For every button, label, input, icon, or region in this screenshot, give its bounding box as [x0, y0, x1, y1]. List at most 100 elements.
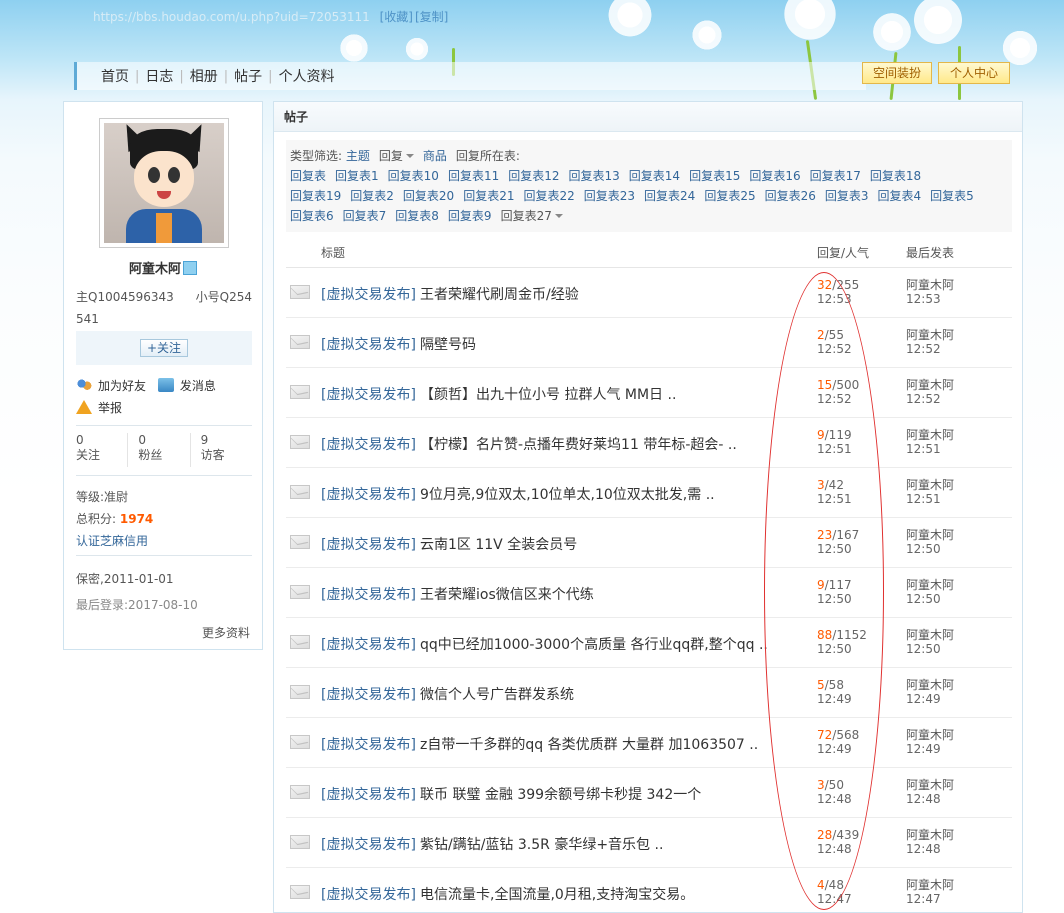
last-poster-link[interactable]: 阿童木阿	[906, 778, 954, 792]
reply-table-link[interactable]: 回复表24	[644, 189, 695, 203]
add-friend-button[interactable]: 加为好友	[76, 374, 146, 396]
stat-visitors[interactable]: 9 访客	[189, 433, 252, 467]
reply-table-link[interactable]: 回复表2	[350, 189, 394, 203]
reply-table-link[interactable]: 回复表19	[290, 189, 341, 203]
post-title-link[interactable]: z自带一千多群的qq 各类优质群 大量群 加1063507 ..	[420, 734, 758, 754]
report-button[interactable]: 举报	[76, 396, 122, 418]
reply-table-link[interactable]: 回复表16	[749, 169, 800, 183]
post-category-link[interactable]: [虚拟交易发布]	[321, 334, 416, 354]
space-decorate-button[interactable]: 空间装扮	[862, 62, 932, 84]
reply-table-link[interactable]: 回复表18	[870, 169, 921, 183]
filter-reply[interactable]: 回复	[379, 149, 414, 163]
reply-table-link[interactable]: 回复表20	[403, 189, 454, 203]
post-title-link[interactable]: 联币 联璧 金融 399余额号绑卡秒提 342一个	[420, 784, 701, 804]
post-category-link[interactable]: [虚拟交易发布]	[321, 884, 416, 904]
stat-fans[interactable]: 0 粉丝	[127, 433, 189, 467]
reply-table-link[interactable]: 回复表8	[395, 209, 439, 223]
rank-label: 等级:	[76, 490, 105, 504]
post-title-link[interactable]: 隔壁号码	[420, 334, 476, 354]
follow-button[interactable]: +关注	[139, 339, 189, 357]
post-category-link[interactable]: [虚拟交易发布]	[321, 684, 416, 704]
last-poster-link[interactable]: 阿童木阿	[906, 578, 954, 592]
reply-table-link[interactable]: 回复表6	[290, 209, 334, 223]
post-title-link[interactable]: 王者荣耀代刷周金币/经验	[420, 284, 579, 304]
reply-table-link[interactable]: 回复表5	[930, 189, 974, 203]
last-poster-link[interactable]: 阿童木阿	[906, 378, 954, 392]
post-title-link[interactable]: 【颜哲】出九十位小号 拉群人气 MM日 ..	[420, 384, 676, 404]
reply-table-link[interactable]: 回复表10	[388, 169, 439, 183]
post-category-link[interactable]: [虚拟交易发布]	[321, 534, 416, 554]
last-poster-link[interactable]: 阿童木阿	[906, 478, 954, 492]
post-category-link[interactable]: [虚拟交易发布]	[321, 634, 416, 654]
post-title-link[interactable]: 电信流量卡,全国流量,0月租,支持淘宝交易。	[420, 884, 694, 904]
cert-link[interactable]: 认证芝麻信用	[76, 534, 148, 548]
reply-table-link[interactable]: 回复表25	[704, 189, 755, 203]
reply-table-link[interactable]: 回复表3	[825, 189, 869, 203]
post-category-link[interactable]: [虚拟交易发布]	[321, 434, 416, 454]
last-poster-link[interactable]: 阿童木阿	[906, 628, 954, 642]
reply-table-link[interactable]: 回复表13	[569, 169, 620, 183]
reply-table-link[interactable]: 回复表7	[343, 209, 387, 223]
reply-table-link[interactable]: 回复表22	[523, 189, 574, 203]
nav-profile[interactable]: 个人资料	[273, 66, 341, 86]
reply-table-link[interactable]: 回复表12	[508, 169, 559, 183]
nav-album[interactable]: 相册	[184, 66, 224, 86]
post-category-link[interactable]: [虚拟交易发布]	[321, 384, 416, 404]
last-login-value: 2017-08-10	[128, 598, 198, 612]
last-poster-link[interactable]: 阿童木阿	[906, 328, 954, 342]
reply-table-link[interactable]: 回复表15	[689, 169, 740, 183]
last-poster-link[interactable]: 阿童木阿	[906, 278, 954, 292]
last-poster-link[interactable]: 阿童木阿	[906, 878, 954, 892]
table-row: [虚拟交易发布] qq中已经加1000-3000个高质量 各行业qq群,整个qq …	[286, 618, 1012, 668]
stat-following[interactable]: 0 关注	[76, 433, 127, 467]
last-poster-link[interactable]: 阿童木阿	[906, 678, 954, 692]
reply-table-link[interactable]: 回复表1	[335, 169, 379, 183]
reply-table-link[interactable]: 回复表9	[448, 209, 492, 223]
last-poster-link[interactable]: 阿童木阿	[906, 528, 954, 542]
favorite-link[interactable]: [收藏]	[380, 10, 413, 24]
nav-blog[interactable]: 日志	[139, 66, 179, 86]
filter-goods[interactable]: 商品	[423, 149, 447, 163]
more-info-link[interactable]: 更多资料	[202, 624, 250, 641]
post-title-link[interactable]: 王者荣耀ios微信区来个代练	[420, 584, 594, 604]
reply-table-link[interactable]: 回复表21	[463, 189, 514, 203]
post-title-link[interactable]: qq中已经加1000-3000个高质量 各行业qq群,整个qq ..	[420, 634, 768, 654]
post-title-link[interactable]: 9位月亮,9位双太,10位单太,10位双太批发,需 ..	[420, 484, 715, 504]
post-title-link[interactable]: 微信个人号广告群发系统	[420, 684, 574, 704]
reply-table-link[interactable]: 回复表17	[810, 169, 861, 183]
last-poster-link[interactable]: 阿童木阿	[906, 728, 954, 742]
copy-link[interactable]: [复制]	[415, 10, 448, 24]
reply-table-link[interactable]: 回复表14	[629, 169, 680, 183]
report-label: 举报	[98, 400, 123, 415]
post-category-link[interactable]: [虚拟交易发布]	[321, 734, 416, 754]
reply-table-link[interactable]: 回复表4	[878, 189, 922, 203]
post-category-link[interactable]: [虚拟交易发布]	[321, 484, 416, 504]
stat-visitors-label: 访客	[200, 448, 225, 462]
post-category-link[interactable]: [虚拟交易发布]	[321, 284, 416, 304]
post-category-link[interactable]: [虚拟交易发布]	[321, 584, 416, 604]
post-title-link[interactable]: 云南1区 11V 全装会员号	[420, 534, 577, 554]
reply-table-link[interactable]: 回复表26	[765, 189, 816, 203]
last-post-time: 12:48	[906, 842, 941, 856]
reply-table-link[interactable]: 回复表11	[448, 169, 499, 183]
last-poster-link[interactable]: 阿童木阿	[906, 428, 954, 442]
last-poster-link[interactable]: 阿童木阿	[906, 828, 954, 842]
post-category-link[interactable]: [虚拟交易发布]	[321, 784, 416, 804]
reply-number: 2	[817, 328, 825, 342]
avatar[interactable]	[99, 118, 229, 248]
rank-info: 等级:准尉 总积分: 1974 认证芝麻信用	[76, 486, 252, 552]
reply-table-dropdown[interactable]: 回复表27	[501, 209, 563, 223]
reply-table-link[interactable]: 回复表23	[584, 189, 635, 203]
nav-home[interactable]: 首页	[95, 66, 135, 86]
post-title-link[interactable]: 【柠檬】名片赞-点播年费好莱坞11 带年标-超会- ..	[420, 434, 737, 454]
last-post-time: 12:48	[906, 792, 941, 806]
send-message-button[interactable]: 发消息	[157, 374, 216, 396]
user-center-button[interactable]: 个人中心	[938, 62, 1010, 84]
post-title-link[interactable]: 紫钻/蹒钻/蓝钻 3.5R 豪华绿+音乐包 ..	[420, 834, 663, 854]
post-category-link[interactable]: [虚拟交易发布]	[321, 834, 416, 854]
filter-topic[interactable]: 主题	[346, 149, 370, 163]
last-post: 阿童木阿 12:51	[906, 478, 954, 506]
reply-table-link[interactable]: 回复表	[290, 169, 326, 183]
nav-posts[interactable]: 帖子	[228, 66, 268, 86]
last-post: 阿童木阿 12:50	[906, 578, 954, 606]
